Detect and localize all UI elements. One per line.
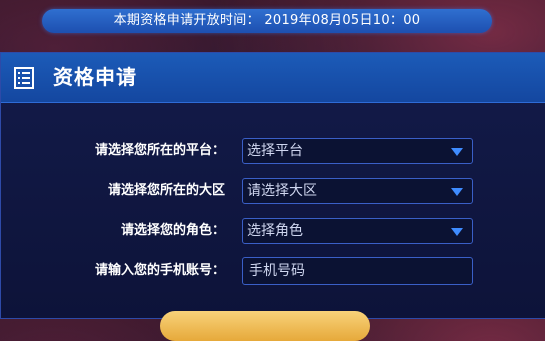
panel-title: 资格申请 [53,65,137,89]
platform-row: 请选择您所在的平台： 选择平台 [0,138,545,164]
role-row: 请选择您的角色： 选择角色 [0,218,545,244]
region-row: 请选择您所在的大区 请选择大区 [0,178,545,204]
platform-select-value: 选择平台 [247,143,303,159]
chevron-down-icon [451,188,463,196]
role-select-value: 选择角色 [247,223,303,239]
phone-label: 请输入您的手机账号： [94,263,225,278]
open-time-notice: 本期资格申请开放时间： 2019年08月05日10：00 [42,9,492,33]
phone-row: 请输入您的手机账号： 手机号码 [0,257,545,285]
role-label: 请选择您的角色： [120,223,225,238]
phone-input-placeholder: 手机号码 [249,263,305,279]
submit-button[interactable] [160,311,370,341]
chevron-down-icon [451,228,463,236]
chevron-down-icon [451,148,463,156]
platform-select[interactable]: 选择平台 [242,138,473,164]
region-select-value: 请选择大区 [247,183,317,199]
region-label: 请选择您所在的大区 [107,183,225,198]
region-select[interactable]: 请选择大区 [242,178,473,204]
document-icon [14,67,34,89]
role-select[interactable]: 选择角色 [242,218,473,244]
panel-header: 资格申请 [1,53,545,103]
platform-label: 请选择您所在的平台： [94,143,225,158]
phone-input[interactable]: 手机号码 [242,257,473,285]
